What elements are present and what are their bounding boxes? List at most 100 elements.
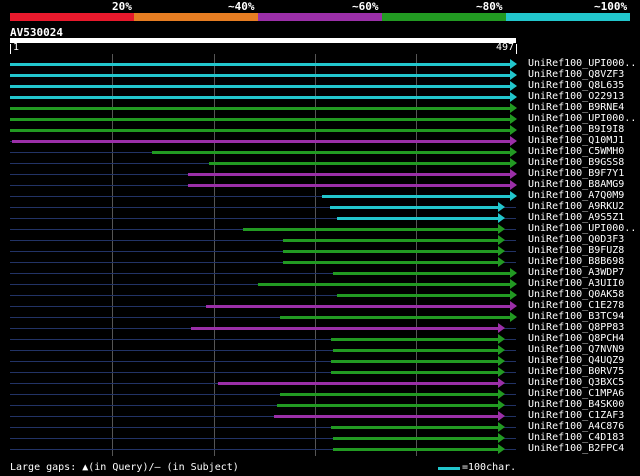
hit-end-arrow-icon xyxy=(510,147,517,157)
hit-bar[interactable] xyxy=(12,140,510,143)
hit-end-arrow-icon xyxy=(497,202,505,212)
hit-end-arrow-icon xyxy=(497,246,505,256)
hit-label[interactable]: UniRef100_A7Q0M9 xyxy=(528,190,624,201)
hit-end-arrow-icon xyxy=(510,125,517,135)
hit-label[interactable]: UniRef100_A3UII0 xyxy=(528,278,624,289)
hit-bar[interactable] xyxy=(330,206,498,209)
hit-bar[interactable] xyxy=(10,74,510,77)
hit-bar[interactable] xyxy=(331,371,498,374)
identity-color-scale xyxy=(10,13,630,21)
hit-bar[interactable] xyxy=(187,184,510,187)
hit-end-arrow-icon xyxy=(510,59,517,69)
hit-label[interactable]: UniRef100_Q0AK58 xyxy=(528,289,624,300)
hit-label[interactable]: UniRef100_B0RV75 xyxy=(528,366,624,377)
hit-bar[interactable] xyxy=(333,349,498,352)
hit-label[interactable]: UniRef100_B8AMG9 xyxy=(528,179,624,190)
hit-label[interactable]: UniRef100_C4D183 xyxy=(528,432,624,443)
hit-label[interactable]: UniRef100_B9I9I8 xyxy=(528,124,624,135)
scale-legend-bar xyxy=(438,467,460,470)
hit-bar[interactable] xyxy=(277,404,498,407)
hit-label[interactable]: UniRef100_Q8L635 xyxy=(528,80,624,91)
hit-label[interactable]: UniRef100_B3TC94 xyxy=(528,311,624,322)
hit-bar[interactable] xyxy=(337,294,510,297)
hit-label[interactable]: UniRef100_A9S5Z1 xyxy=(528,212,624,223)
hit-bar[interactable] xyxy=(283,250,498,253)
hit-label[interactable]: UniRef100_Q0D3F3 xyxy=(528,234,624,245)
hit-label[interactable]: UniRef100_B4SK00 xyxy=(528,399,624,410)
hit-end-arrow-icon xyxy=(510,92,517,102)
hit-label[interactable]: UniRef100_C5WMH0 xyxy=(528,146,624,157)
hit-end-arrow-icon xyxy=(497,334,505,344)
hit-end-arrow-icon xyxy=(497,433,505,443)
hit-bar[interactable] xyxy=(208,162,510,165)
hit-label[interactable]: UniRef100_B9FUZ8 xyxy=(528,245,624,256)
hit-label[interactable]: UniRef100_B2FPC4 xyxy=(528,443,624,454)
ruler-start-label: 1 xyxy=(13,42,20,53)
hit-end-arrow-icon xyxy=(497,257,505,267)
hit-label[interactable]: UniRef100_Q4UQZ9 xyxy=(528,355,624,366)
scale-segment-cyan xyxy=(506,13,630,21)
hit-bar[interactable] xyxy=(331,426,498,429)
hit-end-arrow-icon xyxy=(497,356,505,366)
hit-bar[interactable] xyxy=(274,415,498,418)
hit-bar[interactable] xyxy=(322,195,510,198)
hit-bar[interactable] xyxy=(151,151,510,154)
scale-label-80: ~80% xyxy=(476,0,503,13)
hit-label[interactable]: UniRef100_Q10MJ1 xyxy=(528,135,624,146)
hit-end-arrow-icon xyxy=(510,279,517,289)
hit-bar[interactable] xyxy=(257,283,510,286)
hit-label[interactable]: UniRef100_Q7NVN9 xyxy=(528,344,624,355)
hit-bar[interactable] xyxy=(10,118,510,121)
hit-end-arrow-icon xyxy=(497,378,505,388)
hit-bar[interactable] xyxy=(283,261,498,264)
scale-segment-purple xyxy=(258,13,382,21)
hit-bar[interactable] xyxy=(331,360,498,363)
hit-label[interactable]: UniRef100_UPI000.. xyxy=(528,113,636,124)
hit-label[interactable]: UniRef100_Q8VZF3 xyxy=(528,69,624,80)
hit-label[interactable]: UniRef100_C1ZAF3 xyxy=(528,410,624,421)
hit-label[interactable]: UniRef100_UPI000.. xyxy=(528,223,636,234)
hit-label[interactable]: UniRef100_UPI000.. xyxy=(528,58,636,69)
hit-end-arrow-icon xyxy=(497,411,505,421)
hit-bar[interactable] xyxy=(190,327,498,330)
hit-label[interactable]: UniRef100_B9RNE4 xyxy=(528,102,624,113)
hit-label[interactable]: UniRef100_C1MPA6 xyxy=(528,388,624,399)
hit-bar[interactable] xyxy=(333,437,498,440)
hit-label[interactable]: UniRef100_B8B698 xyxy=(528,256,624,267)
hit-bar[interactable] xyxy=(218,382,498,385)
hit-label[interactable]: UniRef100_A9RKU2 xyxy=(528,201,624,212)
hit-bar[interactable] xyxy=(280,316,510,319)
hit-bar[interactable] xyxy=(10,129,510,132)
hit-bar[interactable] xyxy=(10,63,510,66)
hit-row[interactable]: UniRef100_B2FPC4 xyxy=(0,443,640,455)
ruler-tick-start xyxy=(10,44,11,54)
hit-bar[interactable] xyxy=(242,228,498,231)
hit-label[interactable]: UniRef100_Q8PP83 xyxy=(528,322,624,333)
hit-bar[interactable] xyxy=(333,272,510,275)
hit-bar[interactable] xyxy=(187,173,510,176)
hit-bar[interactable] xyxy=(283,239,498,242)
hit-end-arrow-icon xyxy=(510,136,517,146)
hit-bar[interactable] xyxy=(205,305,510,308)
hit-bar[interactable] xyxy=(10,85,510,88)
hit-end-arrow-icon xyxy=(497,422,505,432)
hit-bar[interactable] xyxy=(10,96,510,99)
hit-bar[interactable] xyxy=(331,338,498,341)
hit-bar[interactable] xyxy=(10,107,510,110)
hit-label[interactable]: UniRef100_B9F7Y1 xyxy=(528,168,624,179)
hit-label[interactable]: UniRef100_A3WDP7 xyxy=(528,267,624,278)
hit-label[interactable]: UniRef100_B9GSS8 xyxy=(528,157,624,168)
query-ruler xyxy=(10,38,516,43)
scale-legend-text: =100char. xyxy=(462,462,517,473)
footer-gap-legend: Large gaps: ▲(in Query)/– (in Subject) xyxy=(10,462,239,473)
hit-bar[interactable] xyxy=(280,393,498,396)
hit-label[interactable]: UniRef100_O22913 xyxy=(528,91,624,102)
hit-label[interactable]: UniRef100_A4C876 xyxy=(528,421,624,432)
hit-label[interactable]: UniRef100_Q8PCH4 xyxy=(528,333,624,344)
hit-bar[interactable] xyxy=(333,448,498,451)
hit-label[interactable]: UniRef100_C1E278 xyxy=(528,300,624,311)
hit-end-arrow-icon xyxy=(510,103,517,113)
hit-bar[interactable] xyxy=(337,217,498,220)
scale-segment-orange xyxy=(134,13,258,21)
hit-label[interactable]: UniRef100_Q3BXC5 xyxy=(528,377,624,388)
